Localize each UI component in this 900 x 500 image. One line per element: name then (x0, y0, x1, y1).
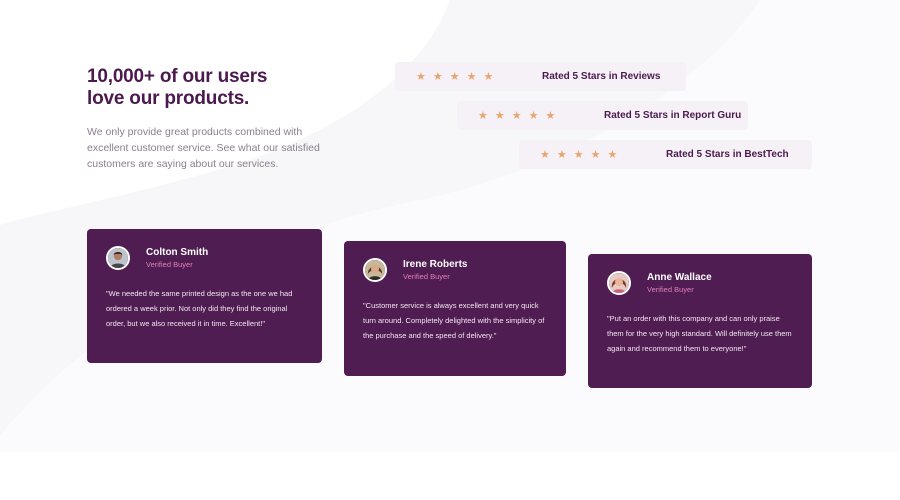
avatar (106, 246, 130, 270)
star-icon: ★ (432, 70, 443, 83)
avatar-colton-icon (108, 248, 128, 268)
rating-label: Rated 5 Stars in Reviews (542, 71, 661, 82)
star-icon: ★ (573, 148, 584, 161)
testimonial-header: Anne Wallace Verified Buyer (607, 271, 793, 295)
rating-report-guru: ★ ★ ★ ★ ★ Rated 5 Stars in Report Guru (457, 101, 748, 130)
star-icon: ★ (478, 109, 488, 122)
star-icon: ★ (607, 148, 618, 161)
avatar-irene-icon (365, 260, 385, 280)
reviewer-role: Verified Buyer (146, 259, 193, 269)
star-icon: ★ (483, 70, 494, 83)
testimonial-quote: "Put an order with this company and can … (607, 314, 792, 353)
testimonial-quote: "We needed the same printed design as th… (106, 289, 293, 328)
star-rating: ★ ★ ★ ★ ★ (416, 71, 506, 82)
star-icon: ★ (494, 109, 505, 122)
star-rating: ★ ★ ★ ★ ★ (478, 110, 568, 121)
headline-line-2: love our products. (87, 88, 250, 109)
star-rating: ★ ★ ★ ★ ★ (540, 149, 630, 160)
reviewer-role: Verified Buyer (647, 284, 694, 294)
reviewer-name: Colton Smith (146, 246, 209, 258)
star-icon: ★ (528, 109, 539, 122)
testimonial-quote: "Customer service is always excellent an… (363, 301, 545, 340)
headline-line-1: 10,000+ of our users (87, 66, 268, 87)
star-icon: ★ (590, 148, 601, 161)
reviewer-role: Verified Buyer (403, 271, 450, 281)
testimonial-header: Colton Smith Verified Buyer (106, 246, 303, 270)
star-icon: ★ (556, 148, 567, 161)
testimonial-card-colton: Colton Smith Verified Buyer "We needed t… (87, 229, 322, 363)
intro-description: We only provide great products combined … (87, 126, 320, 170)
rating-label: Rated 5 Stars in BestTech (666, 149, 789, 160)
testimonial-card-anne: Anne Wallace Verified Buyer "Put an orde… (588, 254, 812, 388)
page-headline: 10,000+ of our users love our products. (87, 66, 347, 110)
star-icon: ★ (449, 70, 460, 83)
testimonials-section: 10,000+ of our users love our products. … (0, 0, 900, 452)
reviewer-name: Anne Wallace (647, 271, 712, 283)
avatar (363, 258, 387, 282)
rating-label: Rated 5 Stars in Report Guru (604, 110, 742, 121)
star-icon: ★ (511, 109, 522, 122)
star-icon: ★ (540, 148, 550, 161)
rating-reviews: ★ ★ ★ ★ ★ Rated 5 Stars in Reviews (395, 62, 686, 91)
rating-besttech: ★ ★ ★ ★ ★ Rated 5 Stars in BestTech (519, 140, 812, 169)
avatar (607, 271, 631, 295)
avatar-anne-icon (609, 273, 629, 293)
reviewer-name: Irene Roberts (403, 258, 468, 270)
testimonial-card-irene: Irene Roberts Verified Buyer "Customer s… (344, 241, 566, 376)
testimonial-header: Irene Roberts Verified Buyer (363, 258, 547, 282)
star-icon: ★ (545, 109, 556, 122)
star-icon: ★ (416, 70, 426, 83)
star-icon: ★ (466, 70, 477, 83)
